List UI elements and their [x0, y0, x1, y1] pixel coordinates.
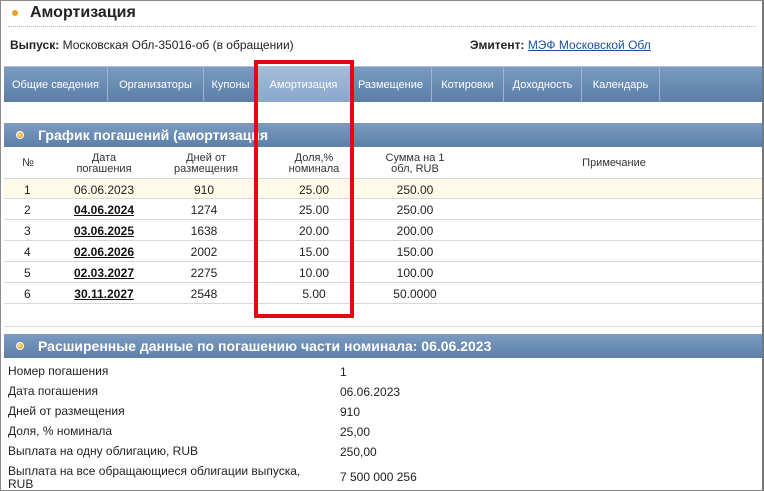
detail-label: Выплата на одну облигацию, RUB — [8, 444, 198, 458]
details-list: Номер погашения 1 Дата погашения 06.06.2023… — [4, 362, 762, 491]
title-divider — [8, 26, 756, 27]
cell-days: 2275 — [190, 266, 218, 280]
cell-date[interactable]: 04.06.2024 — [64, 203, 144, 217]
cell-sum: 50.0000 — [393, 287, 437, 301]
tab-yield[interactable]: Доходность — [504, 67, 582, 102]
bullet-icon — [12, 10, 18, 16]
detail-row: Доля, % номинала 25,00 — [4, 422, 762, 442]
cell-num: 2 — [24, 203, 31, 217]
detail-value: 910 — [340, 405, 361, 419]
cell-days: 910 — [193, 183, 215, 197]
detail-label: Доля, % номинала — [8, 424, 113, 438]
cell-date: 06.06.2023 — [73, 183, 135, 197]
detail-value: 1 — [340, 365, 347, 379]
cell-date[interactable]: 30.11.2027 — [64, 287, 144, 301]
cell-sum: 150.00 — [396, 245, 434, 259]
table-row: 1 06.06.2023 910 25.00 250.00 — [4, 178, 762, 199]
issue-value: Московская Обл-35016-об (в обращении) — [62, 38, 294, 52]
tab-organizers[interactable]: Организаторы — [108, 67, 204, 102]
detail-row: Дней от размещения 910 — [4, 402, 762, 422]
issuer-link[interactable]: МЭФ Московской Обл — [528, 38, 651, 52]
cell-days: 1638 — [190, 224, 218, 238]
tab-bar: Общие сведения Организаторы Купоны Аморт… — [4, 66, 762, 102]
cell-days: 1274 — [190, 203, 218, 217]
cell-num: 4 — [24, 245, 31, 259]
details-title: Расширенные данные по погашению части но… — [38, 338, 492, 354]
detail-label: Дата погашения — [8, 384, 98, 398]
detail-row: Дата погашения 06.06.2023 — [4, 382, 762, 402]
section-bullet-icon — [16, 342, 24, 350]
issuer-label: Эмитент: — [470, 38, 525, 52]
detail-row: Номер погашения 1 — [4, 362, 762, 382]
cell-days: 2002 — [190, 245, 218, 259]
cell-sum: 250.00 — [396, 203, 434, 217]
tab-general[interactable]: Общие сведения — [4, 67, 108, 102]
schedule-table: № Дата погашения Дней от размещения Доля… — [4, 152, 762, 304]
cell-num: 1 — [24, 183, 31, 197]
details-header: Расширенные данные по погашению части но… — [4, 334, 762, 358]
issue-label: Выпуск: — [10, 38, 60, 52]
tab-coupons[interactable]: Купоны — [204, 67, 258, 102]
table-row: 3 03.06.2025 1638 20.00 200.00 — [4, 220, 762, 241]
detail-label: Дней от размещения — [8, 404, 125, 418]
page-title: Амортизация — [30, 4, 136, 21]
section-bullet-icon — [16, 131, 24, 139]
col-note: Примечание — [582, 157, 646, 169]
cell-date[interactable]: 03.06.2025 — [64, 224, 144, 238]
table-row: 6 30.11.2027 2548 5.00 50.0000 — [4, 283, 762, 304]
schedule-header: График погашений (амортизация — [4, 123, 762, 147]
detail-value: 25,00 — [340, 425, 371, 439]
page-header: Амортизация — [8, 2, 136, 24]
issue-info: Выпуск: Московская Обл-35016-об (в обращ… — [8, 38, 754, 54]
table-row: 5 02.03.2027 2275 10.00 100.00 — [4, 262, 762, 283]
tab-placement[interactable]: Размещение — [350, 67, 432, 102]
cell-days: 2548 — [190, 287, 218, 301]
divider — [4, 326, 762, 327]
col-num: № — [22, 157, 34, 169]
detail-row: Выплата на одну облигацию, RUB 250,00 — [4, 442, 762, 462]
highlight-annotation-box — [254, 60, 354, 318]
cell-num: 6 — [24, 287, 31, 301]
detail-label: Номер погашения — [8, 364, 109, 378]
table-header: № Дата погашения Дней от размещения Доля… — [4, 152, 762, 178]
table-row: 4 02.06.2026 2002 15.00 150.00 — [4, 241, 762, 262]
detail-value: 7 500 000 256 — [340, 470, 417, 484]
cell-date[interactable]: 02.06.2026 — [64, 245, 144, 259]
col-days: Дней от размещения — [173, 152, 239, 175]
tab-quotes[interactable]: Котировки — [432, 67, 504, 102]
cell-num: 5 — [24, 266, 31, 280]
detail-value: 250,00 — [340, 445, 377, 459]
cell-date[interactable]: 02.03.2027 — [64, 266, 144, 280]
col-sum: Сумма на 1 обл, RUB — [385, 152, 445, 175]
detail-label: Выплата на все обращающиеся облигации вы… — [8, 464, 301, 491]
detail-value: 06.06.2023 — [340, 385, 401, 399]
cell-sum: 100.00 — [396, 266, 434, 280]
cell-sum: 250.00 — [396, 183, 434, 197]
col-date: Дата погашения — [76, 152, 132, 175]
issuer-info: Эмитент: МЭФ Московской Обл — [470, 38, 651, 52]
detail-row: Выплата на все обращающиеся облигации вы… — [4, 462, 762, 491]
cell-sum: 200.00 — [396, 224, 434, 238]
table-row: 2 04.06.2024 1274 25.00 250.00 — [4, 199, 762, 220]
tab-calendar[interactable]: Календарь — [582, 67, 660, 102]
schedule-title: График погашений (амортизация — [38, 127, 269, 143]
issue-info-left: Выпуск: Московская Обл-35016-об (в обращ… — [10, 38, 294, 52]
cell-num: 3 — [24, 224, 31, 238]
